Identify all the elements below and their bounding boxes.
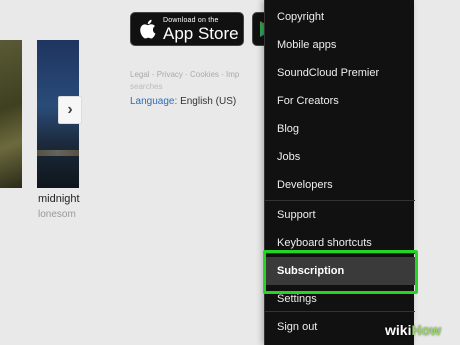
- watermark-wiki: wiki: [385, 322, 412, 338]
- language-label: Language:: [130, 96, 178, 107]
- track-title[interactable]: midnight: [38, 193, 80, 205]
- app-store-badge[interactable]: Download on the App Store: [130, 12, 244, 46]
- menu-item-support[interactable]: Support: [265, 201, 415, 229]
- footer-links: Legal - Privacy - Cookies - Imp: [130, 70, 240, 79]
- menu-divider: [265, 311, 415, 312]
- footer-link-legal[interactable]: Legal: [130, 70, 150, 79]
- menu-item-soundcloud-premier[interactable]: SoundCloud Premier: [265, 59, 415, 87]
- menu-item-copyright[interactable]: Copyright: [265, 3, 415, 31]
- footer-link-privacy[interactable]: Privacy: [157, 70, 183, 79]
- footer-link-searches[interactable]: searches: [130, 82, 162, 91]
- highlight-box: [263, 250, 418, 294]
- app-store-small-text: Download on the: [163, 16, 219, 24]
- menu-item-mobile-apps[interactable]: Mobile apps: [265, 31, 415, 59]
- menu-item-developers[interactable]: Developers: [265, 171, 415, 199]
- language-selector[interactable]: Language: English (US): [130, 96, 236, 107]
- menu-item-blog[interactable]: Blog: [265, 115, 415, 143]
- language-value: English (US): [180, 96, 237, 107]
- track-user[interactable]: lonesom: [38, 209, 76, 220]
- watermark-how: How: [411, 322, 442, 338]
- chevron-right-icon: ›: [67, 101, 73, 118]
- carousel-next-button[interactable]: ›: [58, 96, 82, 124]
- footer-link-cookies[interactable]: Cookies: [190, 70, 219, 79]
- app-store-big-text: App Store: [163, 23, 239, 43]
- menu-item-jobs[interactable]: Jobs: [265, 143, 415, 171]
- menu-item-for-creators[interactable]: For Creators: [265, 87, 415, 115]
- footer-link-imprint[interactable]: Imp: [226, 70, 239, 79]
- track-artwork-left[interactable]: [0, 40, 22, 188]
- wikihow-watermark: wikiHow: [385, 322, 441, 338]
- apple-icon: [140, 19, 156, 39]
